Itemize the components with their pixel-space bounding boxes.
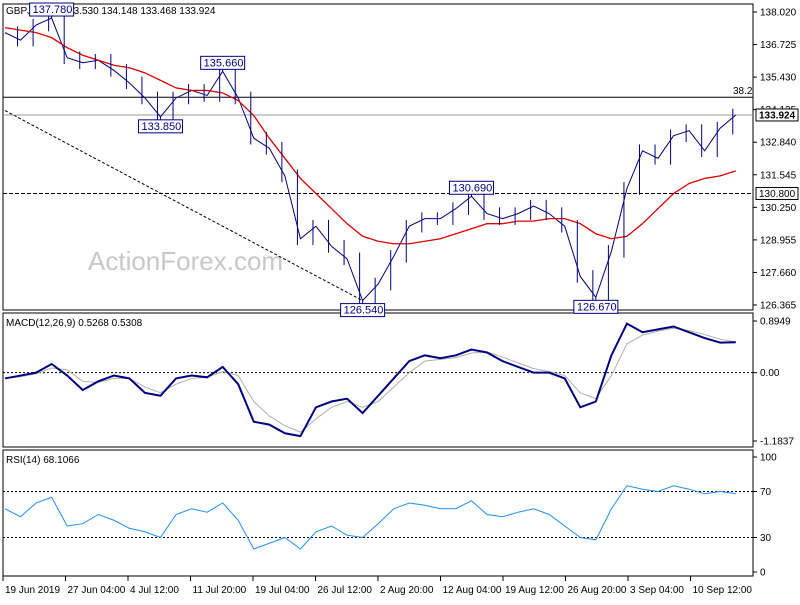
x-tick-label: 3 Sep 04:00 [630, 585, 684, 596]
x-tick-label: 11 Jul 20:00 [193, 585, 247, 596]
x-tick-label: 19 Jun 2019 [5, 585, 60, 596]
x-tick-label: 2 Aug 20:00 [380, 585, 434, 596]
price-ytick-label: 126.365 [760, 301, 797, 312]
annotation-label: 126.540 [344, 305, 384, 317]
chart-root: ActionForex.com GBPJPY,H4 133.530 134.14… [0, 0, 800, 600]
price-ytick-label: 135.430 [760, 73, 797, 84]
price-ytick-label: 128.955 [760, 235, 797, 246]
annotation-label: 135.660 [204, 57, 244, 69]
macd-ytick-label: 0.00 [760, 368, 780, 379]
annotation-label: 126.670 [577, 301, 617, 313]
price-level-label: 133.924 [759, 110, 796, 121]
watermark: ActionForex.com [88, 246, 283, 276]
price-ytick-label: 132.840 [760, 138, 797, 149]
macd-ytick-label: -1.1837 [760, 437, 794, 448]
rsi-ytick-label: 70 [760, 487, 772, 498]
x-tick-label: 19 Aug 12:00 [505, 585, 564, 596]
x-tick-label: 12 Aug 04:00 [443, 585, 502, 596]
rsi-ytick-label: 100 [760, 453, 777, 464]
rsi-ytick-label: 0 [760, 568, 766, 579]
macd-panel-title: MACD(12,26,9) 0.5268 0.5308 [6, 318, 143, 329]
annotation-label: 130.690 [452, 182, 492, 194]
x-tick-label: 4 Jul 12:00 [130, 585, 179, 596]
price-level-label: 130.800 [759, 189, 796, 200]
x-tick-label: 10 Sep 12:00 [693, 585, 753, 596]
annotation-label: 133.850 [141, 121, 181, 133]
x-tick-label: 27 Jun 04:00 [68, 585, 126, 596]
annotation-label: 137.780 [33, 4, 73, 16]
chart-canvas: ActionForex.com GBPJPY,H4 133.530 134.14… [2, 2, 799, 596]
macd-panel-frame [2, 312, 754, 448]
x-tick-label: 26 Aug 20:00 [568, 585, 627, 596]
price-ytick-label: 131.545 [760, 170, 797, 181]
price-ytick-label: 138.020 [760, 8, 797, 19]
x-tick-label: 26 Jul 12:00 [318, 585, 373, 596]
x-tick-label: 19 Jul 04:00 [255, 585, 310, 596]
rsi-panel-frame [2, 449, 754, 577]
rsi-ytick-label: 30 [760, 533, 772, 544]
price-ytick-label: 136.725 [760, 40, 797, 51]
rsi-panel-title: RSI(14) 68.1066 [6, 455, 80, 466]
macd-ytick-label: 0.8949 [760, 317, 791, 328]
price-ytick-label: 130.250 [760, 203, 797, 214]
price-ytick-label: 127.660 [760, 268, 797, 279]
fib-label: 38.2 [733, 86, 753, 97]
